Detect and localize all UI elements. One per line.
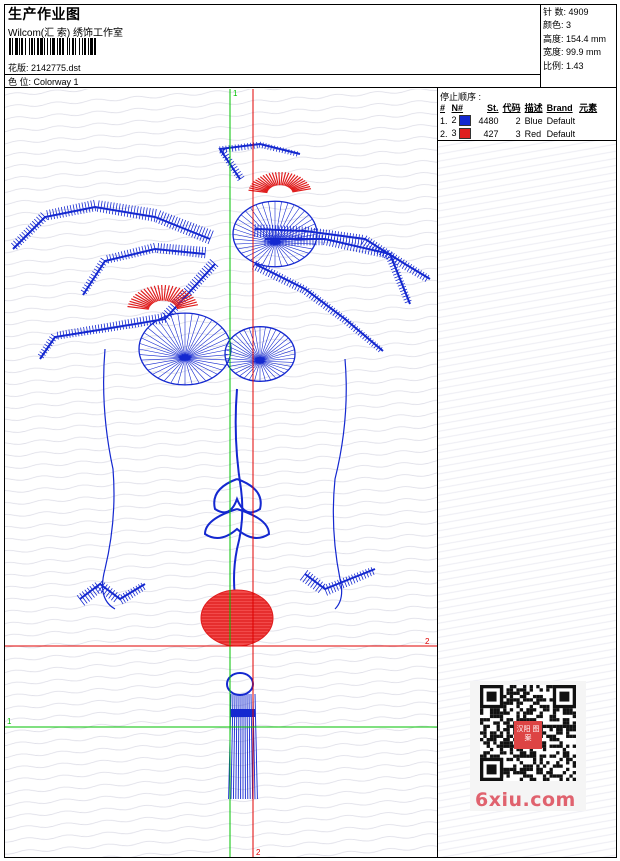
color-swatch [459, 115, 472, 127]
fabric-texture [5, 89, 437, 857]
row-desc: Blue [524, 115, 543, 126]
stat-scale: 比例: 1.43 [543, 60, 584, 71]
stat-height: 高度: 154.4 mm [543, 33, 607, 44]
row-needle: 3 [450, 127, 474, 140]
stat-stitches: 针 数: 4909 [543, 7, 589, 17]
col-header: Brand [546, 102, 573, 113]
table-row: 1. 2 4480 2 Blue Default [438, 114, 599, 127]
header-divider [4, 87, 617, 88]
col-header: 描述 [524, 103, 543, 113]
qr-stamp: 汉阳 图案 [514, 721, 542, 749]
row-element [577, 114, 599, 127]
embroidery-canvas[interactable]: 1 1 2 2 [5, 89, 437, 857]
col-header: N# [451, 102, 464, 113]
row-needle: 2 [450, 114, 474, 127]
stat-colors: 颜色: 3 [543, 20, 572, 31]
row-brand: Default [546, 128, 576, 139]
file-divider [4, 74, 541, 75]
tassel-wrap [231, 709, 255, 717]
table-row: 2. 3 427 3 Red Default [438, 127, 599, 140]
stats-divider [540, 4, 541, 87]
axis-label-green-top: 1 [233, 89, 238, 98]
stat-width: 宽度: 99.9 mm [543, 47, 602, 58]
row-code: 3 [515, 128, 521, 139]
row-brand: Default [546, 115, 576, 126]
design-file-label: 花版: 2142775.dst [8, 63, 81, 73]
row-index: 1. [440, 115, 448, 126]
barcode [9, 38, 141, 55]
watermark-text: 6xiu.com [475, 789, 576, 811]
row-desc: Red [524, 128, 542, 139]
axis-label-green-left: 1 [7, 717, 12, 726]
axis-label-red-bottom: 2 [256, 848, 261, 857]
stop-sequence-table: # N# St. 代码 描述 Brand 元素 1. 2 4480 2 Blue… [438, 101, 599, 140]
color-swatch [459, 128, 472, 140]
col-header: # [440, 102, 446, 113]
design-stats: 针 数: 4909 颜色: 3 高度: 154.4 mm 宽度: 99.9 mm… [543, 6, 606, 73]
table-header-row: # N# St. 代码 描述 Brand 元素 [438, 101, 599, 114]
col-header: 代码 [502, 103, 521, 113]
row-stitches: 4480 [478, 115, 499, 126]
sheet-title: 生产作业图 [8, 7, 81, 23]
col-header: 元素 [579, 103, 598, 113]
col-header: St. [487, 102, 499, 113]
row-code: 2 [515, 115, 521, 126]
row-stitches: 427 [483, 128, 499, 139]
axis-label-red-right: 2 [425, 637, 430, 646]
company-name: Wilcom(汇 索) 绣饰工作室 [8, 28, 123, 39]
row-index: 2. [440, 128, 448, 139]
row-element [577, 127, 599, 140]
